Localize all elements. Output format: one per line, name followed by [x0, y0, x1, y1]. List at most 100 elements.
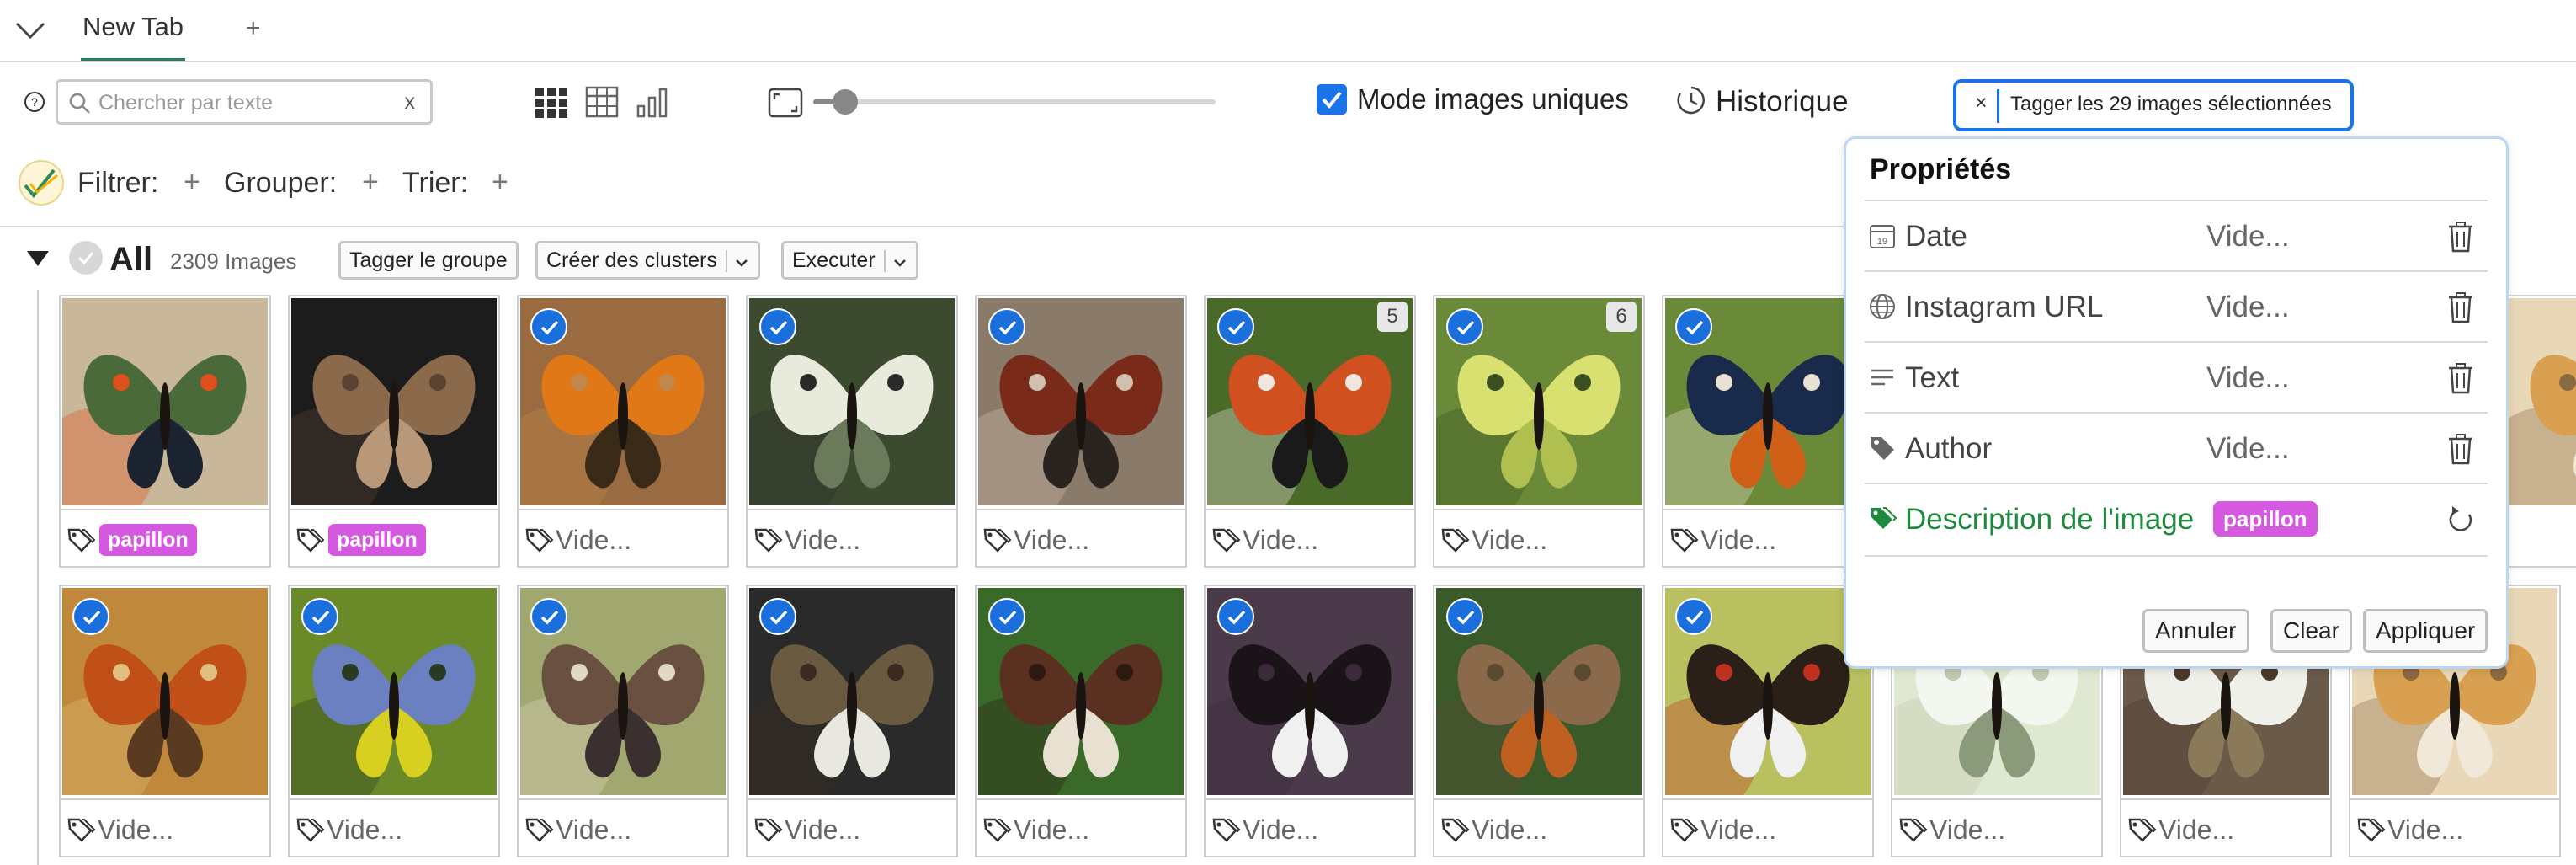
card-tag-line[interactable]: Vide... [1206, 798, 1414, 856]
chevron-down-icon[interactable] [725, 250, 749, 273]
tab-new-tab[interactable]: New Tab [81, 10, 186, 61]
property-row-text[interactable]: Text Vide... [1865, 341, 2488, 412]
collapse-group-icon[interactable] [25, 249, 51, 268]
tag-group-button[interactable]: Tagger le groupe [338, 241, 519, 280]
tag-selected-images-button[interactable]: × Tagger les 29 images sélectionnées [1953, 79, 2354, 131]
add-sort-button[interactable]: + [492, 165, 508, 199]
execute-button[interactable]: Executer [781, 241, 918, 280]
card-tag-line[interactable]: Vide... [290, 798, 498, 856]
chevron-down-icon[interactable] [883, 250, 907, 273]
image-size-slider[interactable] [813, 89, 1216, 115]
card-tag-line[interactable]: Vide... [1434, 509, 1643, 566]
card-tag-placeholder[interactable]: Vide... [1243, 524, 1318, 556]
property-row-instagram-url[interactable]: Instagram URL Vide... [1865, 270, 2488, 341]
selected-check-icon[interactable] [72, 598, 109, 635]
property-row-date[interactable]: 19 Date Vide... [1865, 200, 2488, 270]
butterfly-thumbnail[interactable] [291, 298, 497, 505]
image-card[interactable]: Vide... [975, 295, 1187, 568]
selected-check-icon[interactable] [1675, 308, 1712, 345]
image-card[interactable]: Vide... [1662, 585, 1874, 857]
property-row-description[interactable]: Description de l'image papillon [1865, 483, 2488, 553]
card-tag-placeholder[interactable]: Vide... [1700, 814, 1776, 846]
card-tag-line[interactable]: Vide... [748, 798, 956, 856]
image-card[interactable]: Vide... [975, 585, 1187, 857]
card-tag-pill[interactable]: papillon [99, 524, 197, 556]
card-tag-line[interactable]: Vide... [1663, 798, 1872, 856]
history-button[interactable]: Historique [1716, 84, 1849, 120]
card-tag-line[interactable]: Vide... [1434, 798, 1643, 856]
help-icon[interactable]: ? [24, 91, 45, 113]
history-icon[interactable] [1675, 84, 1707, 116]
image-card[interactable]: Vide... [517, 585, 729, 857]
image-card[interactable]: Vide... [1204, 585, 1416, 857]
card-tag-line[interactable]: Vide... [519, 509, 727, 566]
image-card[interactable]: Vide... [746, 295, 958, 568]
card-tag-pill[interactable]: papillon [328, 524, 426, 556]
property-value[interactable]: Vide... [2206, 289, 2290, 326]
property-value[interactable]: Vide... [2206, 218, 2290, 255]
chevron-down-icon[interactable] [12, 12, 49, 49]
card-tag-line[interactable]: Vide... [2350, 798, 2559, 856]
butterfly-thumbnail[interactable] [2509, 298, 2576, 505]
card-tag-line[interactable]: Vide... [1206, 509, 1414, 566]
image-card[interactable]: Vide... [59, 585, 271, 857]
add-tab-button[interactable]: + [246, 12, 261, 45]
selected-check-icon[interactable] [988, 308, 1025, 345]
card-tag-line[interactable]: Vide... [61, 798, 269, 856]
card-tag-placeholder[interactable]: Vide... [98, 814, 173, 846]
image-card[interactable]: Vide... [1662, 295, 1874, 568]
selected-check-icon[interactable] [1675, 598, 1712, 635]
card-tag-line[interactable]: Vide... [519, 798, 727, 856]
card-tag-line[interactable]: Vide... [1892, 798, 2101, 856]
card-tag-placeholder[interactable]: Vide... [1472, 814, 1547, 846]
trash-icon[interactable] [2446, 361, 2476, 395]
image-card[interactable]: Vide... [288, 585, 500, 857]
image-card[interactable]: 6 Vide... [1433, 295, 1645, 568]
butterfly-thumbnail[interactable] [62, 298, 268, 505]
card-tag-placeholder[interactable]: Vide... [2158, 814, 2234, 846]
add-filter-button[interactable]: + [184, 165, 200, 199]
card-tag-placeholder[interactable]: Vide... [1472, 524, 1547, 556]
card-tag-placeholder[interactable]: Vide... [1243, 814, 1318, 846]
image-card[interactable]: 5 Vide... [1204, 295, 1416, 568]
selected-check-icon[interactable] [1446, 308, 1483, 345]
add-group-button[interactable]: + [362, 165, 379, 199]
image-card[interactable]: Vide... [517, 295, 729, 568]
slider-thumb[interactable] [833, 89, 859, 115]
create-clusters-button[interactable]: Créer des clusters [535, 241, 760, 280]
clear-button[interactable]: Clear [2270, 609, 2352, 653]
close-tag-selection-button[interactable]: × [1975, 91, 1988, 115]
card-tag-placeholder[interactable]: Vide... [785, 814, 860, 846]
unique-images-checkbox[interactable] [1317, 84, 1347, 115]
table-view-icon[interactable] [584, 84, 620, 120]
property-row-author[interactable]: Author Vide... [1865, 412, 2488, 483]
property-value[interactable]: Vide... [2206, 430, 2290, 467]
card-tag-placeholder[interactable]: Vide... [1700, 524, 1776, 556]
chart-view-icon[interactable] [635, 84, 670, 120]
trash-icon[interactable] [2446, 291, 2476, 324]
property-value[interactable]: Vide... [2206, 360, 2290, 397]
image-card[interactable]: papillon [288, 295, 500, 568]
card-tag-line[interactable]: Vide... [2121, 798, 2330, 856]
card-tag-placeholder[interactable]: Vide... [556, 524, 631, 556]
image-card[interactable]: papillon [59, 295, 271, 568]
selected-check-icon[interactable] [759, 308, 796, 345]
card-tag-line[interactable]: papillon [290, 509, 498, 566]
card-tag-line[interactable]: Vide... [977, 798, 1185, 856]
select-all-checkbox[interactable] [69, 241, 103, 275]
trash-icon[interactable] [2446, 220, 2476, 254]
cancel-button[interactable]: Annuler [2142, 609, 2249, 653]
grid-view-icon[interactable] [534, 84, 569, 120]
image-card[interactable]: Vide... [746, 585, 958, 857]
selected-check-icon[interactable] [988, 598, 1025, 635]
selected-check-icon[interactable] [530, 598, 567, 635]
selected-check-icon[interactable] [759, 598, 796, 635]
card-tag-placeholder[interactable]: Vide... [1014, 524, 1089, 556]
image-card[interactable]: Vide... [1433, 585, 1645, 857]
selected-check-icon[interactable] [530, 308, 567, 345]
card-tag-line[interactable]: Vide... [748, 509, 956, 566]
selected-check-icon[interactable] [1217, 598, 1254, 635]
selected-check-icon[interactable] [1217, 308, 1254, 345]
selected-check-icon[interactable] [1446, 598, 1483, 635]
undo-icon[interactable] [2446, 503, 2476, 537]
